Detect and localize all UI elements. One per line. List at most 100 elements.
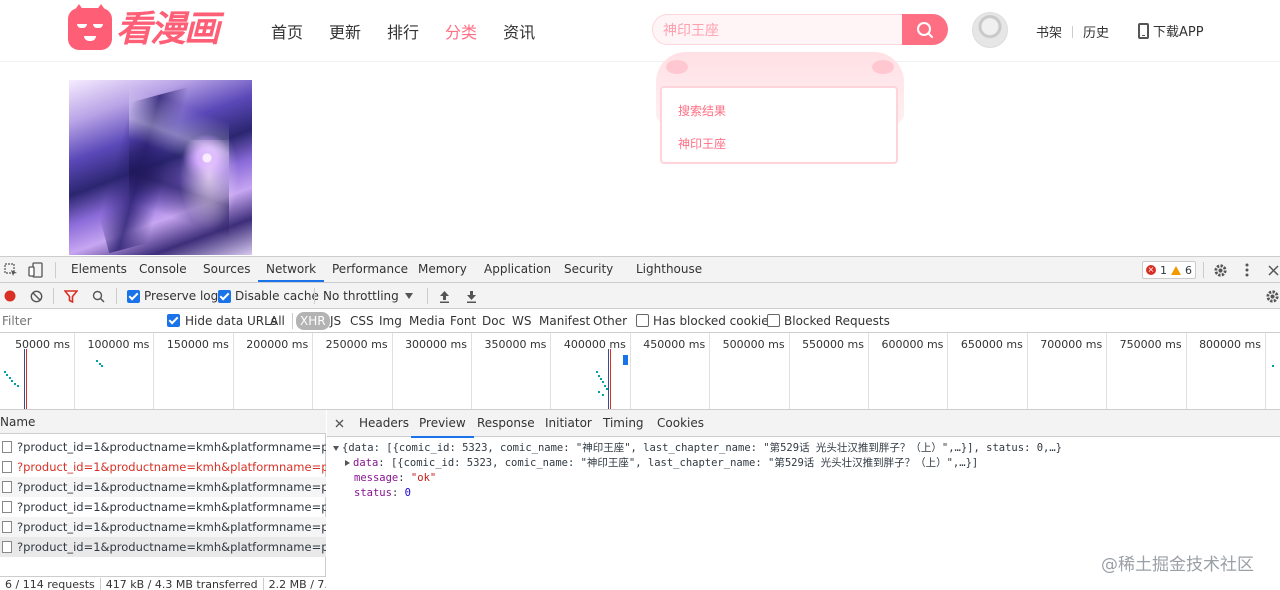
nav-update[interactable]: 更新 bbox=[329, 19, 361, 43]
dropdown-result-item[interactable]: 神印王座 bbox=[678, 135, 726, 152]
disable-cache-checkbox[interactable] bbox=[218, 290, 231, 303]
clear-icon[interactable] bbox=[29, 289, 43, 303]
tab-elements[interactable]: Elements bbox=[71, 257, 127, 282]
chevron-down-icon[interactable] bbox=[404, 292, 414, 300]
user-avatar[interactable] bbox=[972, 12, 1008, 48]
document-icon bbox=[2, 481, 12, 493]
device-toolbar-icon[interactable] bbox=[28, 262, 44, 278]
comic-cover-image[interactable] bbox=[69, 80, 252, 255]
json-root-line[interactable]: {data: [{comic_id: 5323, comic_name: "神印… bbox=[333, 441, 1062, 456]
timeline-tick-label: 500000 ms bbox=[722, 338, 785, 351]
filter-type-ws[interactable]: WS bbox=[512, 309, 531, 333]
disable-cache-label: Disable cache bbox=[235, 289, 319, 303]
timeline-selected-request-bar bbox=[623, 355, 628, 365]
record-icon[interactable] bbox=[3, 289, 17, 303]
json-data-line[interactable]: data: [{comic_id: 5323, comic_name: "神印王… bbox=[345, 456, 978, 471]
issues-counter[interactable]: × 1 6 bbox=[1142, 261, 1196, 279]
json-key: data bbox=[353, 457, 379, 469]
timeline-tick-label: 250000 ms bbox=[325, 338, 388, 351]
close-detail-icon[interactable] bbox=[333, 417, 345, 429]
search-dropdown: 搜索结果 神印王座 bbox=[656, 52, 904, 167]
throttling-select[interactable]: No throttling bbox=[323, 283, 399, 309]
tab-performance[interactable]: Performance bbox=[332, 257, 408, 282]
filter-type-other[interactable]: Other bbox=[593, 309, 627, 333]
tab-headers[interactable]: Headers bbox=[359, 410, 409, 436]
filter-icon[interactable] bbox=[64, 289, 78, 303]
expand-arrow-icon bbox=[333, 445, 339, 451]
blocked-requests-checkbox[interactable] bbox=[767, 314, 780, 327]
timeline-tick-label: 750000 ms bbox=[1119, 338, 1182, 351]
table-row[interactable]: ?product_id=1&productname=kmh&platformna… bbox=[0, 457, 326, 477]
settings-gear-icon[interactable] bbox=[1212, 262, 1228, 278]
tab-sources[interactable]: Sources bbox=[203, 257, 250, 282]
nav-category[interactable]: 分类 bbox=[445, 19, 477, 43]
table-row[interactable]: ?product_id=1&productname=kmh&platformna… bbox=[0, 497, 326, 517]
tab-network[interactable]: Network bbox=[258, 257, 325, 282]
filter-type-css[interactable]: CSS bbox=[350, 309, 374, 333]
timeline-request-mark bbox=[1272, 365, 1274, 367]
has-blocked-cookies-checkbox[interactable] bbox=[636, 314, 649, 327]
timeline-tick-label: 200000 ms bbox=[246, 338, 309, 351]
site-header: 看漫画 首页 更新 排行 分类 资讯 书架 历史 下载APP bbox=[0, 0, 1280, 62]
download-app-link[interactable]: 下载APP bbox=[1138, 21, 1204, 40]
warning-icon bbox=[1171, 265, 1181, 275]
filter-type-doc[interactable]: Doc bbox=[482, 309, 505, 333]
filter-type-manifest[interactable]: Manifest bbox=[539, 309, 590, 333]
inspect-element-icon[interactable] bbox=[4, 263, 18, 277]
request-name: ?product_id=1&productname=kmh&platformna… bbox=[17, 520, 326, 534]
timeline-event-line bbox=[608, 349, 609, 409]
tab-preview[interactable]: Preview bbox=[411, 410, 474, 438]
network-status-bar: 6 / 114 requests 417 kB / 4.3 MB transfer… bbox=[0, 576, 326, 590]
search-icon[interactable] bbox=[91, 289, 105, 303]
tab-console[interactable]: Console bbox=[139, 257, 187, 282]
hide-data-urls-checkbox[interactable] bbox=[167, 314, 180, 327]
tab-application[interactable]: Application bbox=[484, 257, 551, 282]
table-row[interactable]: ?product_id=1&productname=kmh&platformna… bbox=[0, 517, 326, 537]
table-row[interactable]: ?product_id=1&productname=kmh&platformna… bbox=[0, 477, 326, 497]
nav-news[interactable]: 资讯 bbox=[503, 19, 535, 43]
nav-rank[interactable]: 排行 bbox=[387, 19, 419, 43]
tab-initiator[interactable]: Initiator bbox=[545, 410, 592, 436]
table-row-selected[interactable]: ?product_id=1&productname=kmh&platformna… bbox=[0, 537, 326, 557]
timeline-tick-label: 50000 ms bbox=[15, 338, 70, 351]
export-har-icon[interactable] bbox=[464, 289, 478, 303]
search-input[interactable] bbox=[652, 14, 903, 45]
timeline-request-mark bbox=[602, 381, 604, 383]
tab-security[interactable]: Security bbox=[564, 257, 613, 282]
search-bar bbox=[652, 14, 948, 45]
filter-input[interactable] bbox=[0, 312, 158, 330]
site-logo[interactable]: 看漫画 bbox=[68, 4, 220, 50]
search-button[interactable] bbox=[902, 14, 948, 45]
more-options-icon[interactable] bbox=[1240, 262, 1254, 278]
history-link[interactable]: 历史 bbox=[1083, 22, 1109, 41]
timeline-request-mark bbox=[11, 380, 13, 382]
request-list: Name ?product_id=1&productname=kmh&platf… bbox=[0, 410, 326, 590]
network-settings-gear-icon[interactable] bbox=[1265, 288, 1280, 304]
timeline-request-mark bbox=[14, 383, 16, 385]
timeline-event-line bbox=[26, 349, 27, 409]
json-key: message bbox=[354, 472, 399, 484]
network-timeline-overview[interactable]: 50000 ms 100000 ms 150000 ms 200000 ms 25000… bbox=[0, 333, 1280, 410]
filter-type-img[interactable]: Img bbox=[379, 309, 402, 333]
filter-type-js[interactable]: JS bbox=[330, 309, 341, 333]
filter-type-font[interactable]: Font bbox=[450, 309, 476, 333]
import-har-icon[interactable] bbox=[437, 289, 451, 303]
has-blocked-cookies-label: Has blocked cookies bbox=[653, 314, 775, 328]
tab-cookies[interactable]: Cookies bbox=[657, 410, 704, 436]
document-icon bbox=[2, 521, 12, 533]
filter-type-xhr[interactable]: XHR bbox=[296, 312, 330, 330]
tab-lighthouse[interactable]: Lighthouse bbox=[636, 257, 702, 282]
tab-timing[interactable]: Timing bbox=[603, 410, 644, 436]
filter-type-all[interactable]: All bbox=[270, 309, 285, 333]
close-devtools-icon[interactable] bbox=[1266, 263, 1280, 277]
tab-response[interactable]: Response bbox=[477, 410, 535, 436]
filter-type-media[interactable]: Media bbox=[409, 309, 445, 333]
request-name: ?product_id=1&productname=kmh&platformna… bbox=[17, 480, 326, 494]
tab-memory[interactable]: Memory bbox=[418, 257, 467, 282]
table-row[interactable]: ?product_id=1&productname=kmh&platformna… bbox=[0, 437, 326, 457]
preserve-log-checkbox[interactable] bbox=[127, 290, 140, 303]
shelf-link[interactable]: 书架 bbox=[1036, 22, 1062, 41]
site-nav: 首页 更新 排行 分类 资讯 bbox=[271, 19, 535, 43]
nav-home[interactable]: 首页 bbox=[271, 19, 303, 43]
name-column-header[interactable]: Name bbox=[0, 410, 326, 434]
